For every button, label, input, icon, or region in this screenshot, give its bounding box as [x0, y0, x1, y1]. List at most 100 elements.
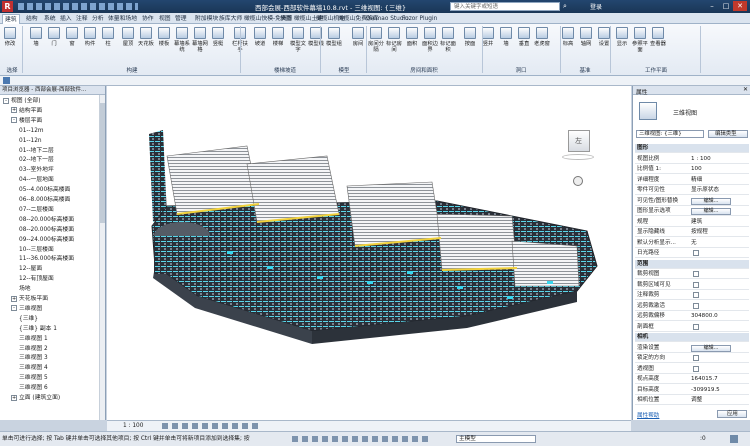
ribbon-button-19[interactable]: 房间分隔 [368, 27, 384, 53]
viewcube[interactable]: 左 [562, 130, 594, 162]
expand-icon[interactable]: + [11, 394, 17, 401]
search-input[interactable]: 键入关键字或短语 [450, 2, 560, 11]
tab-1[interactable]: 结构 [24, 14, 40, 24]
tree-item[interactable]: 三维视图 2 [19, 345, 48, 354]
property-value[interactable]: 调整 [691, 396, 747, 405]
tree-item[interactable]: 三维视图 1 [19, 335, 48, 344]
tree-item[interactable]: 05--4.000标高楼面 [19, 186, 70, 195]
collapse-icon[interactable]: - [11, 305, 17, 312]
property-checkbox[interactable] [693, 365, 699, 372]
ribbon-button-17[interactable]: 模型组 [326, 27, 342, 47]
type-selector[interactable]: 三维视图: {三维} [636, 130, 704, 138]
design-model-selector[interactable]: 主模型 [456, 435, 536, 443]
tree-item[interactable]: 03--室外地坪 [19, 166, 54, 175]
ribbon-button-27[interactable]: 垂直 [516, 27, 532, 47]
status-icons[interactable] [292, 436, 432, 442]
tab-5[interactable]: 分析 [90, 14, 106, 24]
ribbon-button-10[interactable]: 幕墙网格 [192, 27, 208, 53]
close-icon[interactable]: ✕ [733, 1, 747, 11]
tab-0[interactable]: 建筑 [2, 14, 20, 24]
properties-help-link[interactable]: 属性帮助 [637, 411, 659, 419]
property-value[interactable]: 显示原状态 [691, 186, 747, 195]
tree-item[interactable]: 09--24.000标高楼面 [19, 236, 74, 245]
expand-icon[interactable]: + [11, 295, 17, 302]
ribbon-button-33[interactable]: 参照平面 [632, 27, 648, 53]
tree-item[interactable]: + 天花板平面 [11, 295, 48, 304]
browser-scrollbar[interactable] [99, 95, 105, 420]
ribbon-button-7[interactable]: 天花板 [138, 27, 154, 47]
ribbon-button-22[interactable]: 面积边界 [422, 27, 438, 53]
collapse-icon[interactable]: - [11, 117, 17, 124]
property-value[interactable]: 精细 [691, 176, 747, 185]
ribbon-button-2[interactable]: 门 [46, 27, 62, 47]
tree-item[interactable]: + 结构平面 [11, 107, 42, 116]
ribbon-button-28[interactable]: 老虎窗 [534, 27, 550, 47]
ribbon-button-0[interactable]: 修改 [2, 27, 18, 47]
tab-18[interactable]: Fuzor Plugin [400, 14, 439, 24]
tab-2[interactable]: 系统 [42, 14, 58, 24]
tree-item[interactable]: 三维视图 3 [19, 354, 48, 363]
tab-8[interactable]: 视图 [157, 14, 173, 24]
tree-item[interactable]: - 三维视图 [11, 305, 42, 314]
3d-viewport[interactable]: 左 [107, 86, 631, 420]
ribbon-button-8[interactable]: 楼板 [156, 27, 172, 47]
property-checkbox[interactable] [693, 302, 699, 309]
ribbon-button-3[interactable]: 窗 [64, 27, 80, 47]
ribbon-button-26[interactable]: 墙 [498, 27, 514, 47]
search-icon[interactable]: ⌕ [563, 2, 567, 11]
tree-item[interactable]: 10--三层楼面 [19, 246, 54, 255]
tab-4[interactable]: 注释 [74, 14, 90, 24]
property-value[interactable]: 按规程 [691, 228, 747, 237]
tree-item[interactable]: 三维视图 6 [19, 384, 48, 393]
tree-item[interactable]: 06--8.000标高楼面 [19, 196, 70, 205]
ribbon-button-4[interactable]: 构件 [82, 27, 98, 47]
tree-item[interactable]: 01--12n [19, 137, 42, 146]
view-scale[interactable]: 1 : 100 [123, 423, 143, 429]
ribbon-button-15[interactable]: 模型文字 [290, 27, 306, 53]
ribbon-button-34[interactable]: 查看器 [650, 27, 666, 47]
tree-item[interactable]: - 楼层平面 [11, 117, 42, 126]
minimize-icon[interactable]: – [705, 1, 719, 11]
ribbon-button-9[interactable]: 幕墙系统 [174, 27, 190, 53]
view-controls[interactable] [162, 423, 262, 429]
property-section[interactable]: 相机 [635, 333, 749, 342]
ribbon-button-18[interactable]: 房间 [350, 27, 366, 47]
maximize-icon[interactable]: □ [719, 1, 733, 11]
close-icon[interactable]: ✕ [743, 86, 748, 93]
ribbon-button-24[interactable]: 按面 [462, 27, 478, 47]
tree-item[interactable]: 12--屋面 [19, 265, 42, 274]
property-checkbox[interactable] [693, 281, 699, 288]
ribbon-button-1[interactable]: 墙 [28, 27, 44, 47]
property-edit-button[interactable]: 编辑... [691, 197, 731, 205]
property-checkbox[interactable] [693, 250, 699, 256]
tab-6[interactable]: 体量和场地 [106, 14, 139, 24]
property-value[interactable]: 100 [691, 165, 747, 174]
tree-item[interactable]: 三维视图 4 [19, 364, 48, 373]
property-value[interactable]: -309919.5 [691, 386, 747, 395]
expand-icon[interactable]: + [11, 107, 17, 114]
property-value[interactable]: 304800.0 [691, 312, 747, 321]
apply-button[interactable]: 应用 [717, 410, 747, 418]
property-value[interactable]: 建筑 [691, 218, 747, 227]
property-edit-button[interactable]: 编辑... [691, 344, 731, 352]
ribbon-button-13[interactable]: 坡道 [252, 27, 268, 47]
filter-icon[interactable] [730, 435, 738, 443]
property-checkbox[interactable] [693, 271, 699, 277]
quick-access-toolbar[interactable] [18, 3, 138, 10]
ribbon-button-5[interactable]: 柱 [100, 27, 116, 47]
modify-icon[interactable] [3, 77, 10, 84]
property-edit-button[interactable]: 编辑... [691, 208, 731, 215]
ribbon-button-23[interactable]: 标记面积 [440, 27, 456, 53]
tab-7[interactable]: 协作 [140, 14, 156, 24]
ribbon-button-16[interactable]: 模型线 [308, 27, 324, 47]
login-link[interactable]: 登录 [590, 2, 602, 11]
tree-item[interactable]: - 视图 (全部) [3, 97, 41, 106]
app-logo[interactable]: R [2, 1, 13, 12]
property-value[interactable]: 164015.7 [691, 375, 747, 384]
ribbon-button-11[interactable]: 竖梃 [210, 27, 226, 47]
property-checkbox[interactable] [693, 292, 699, 298]
tab-9[interactable]: 管理 [173, 14, 189, 24]
tree-item[interactable]: 07--二层楼面 [19, 206, 54, 215]
tree-item[interactable]: 三维视图 5 [19, 374, 48, 383]
building-model-3d[interactable] [107, 86, 631, 420]
